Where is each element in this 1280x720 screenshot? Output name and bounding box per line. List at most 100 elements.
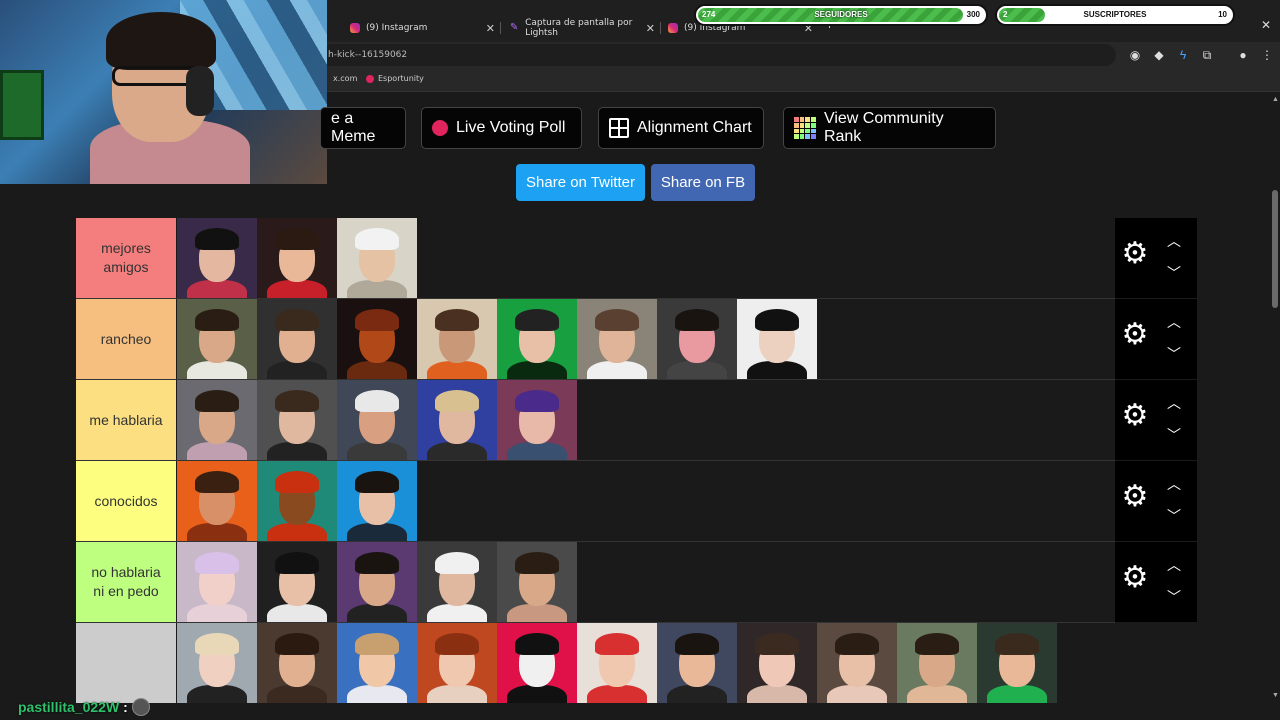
tier-item-avatar[interactable] [977,623,1057,703]
tier-item-avatar[interactable] [737,623,817,703]
gear-icon[interactable]: ⚙ [1121,320,1149,350]
tier-item-avatar[interactable] [177,542,257,622]
tier-item-avatar[interactable] [817,623,897,703]
view-community-rank-button[interactable]: View Community Rank [783,107,996,149]
chevron-down-icon[interactable]: ﹀ [1165,347,1183,361]
gear-icon[interactable]: ⚙ [1121,563,1149,593]
gear-icon[interactable]: ⚙ [1121,239,1149,269]
tier-item-avatar[interactable] [417,623,497,703]
profile-avatar-icon[interactable]: ● [1236,48,1250,62]
tier-label[interactable]: conocidos [76,461,176,541]
tier-item-avatar[interactable] [577,623,657,703]
tier-item-avatar[interactable] [257,623,337,703]
tab-title: (9) Instagram [366,23,428,33]
extensions-puzzle-icon[interactable]: ⧉ [1200,48,1214,62]
bookmark-x[interactable]: x.com [333,74,357,83]
tab-title: Captura de pantalla por Lightsh [525,18,633,38]
extension-circle-icon[interactable]: ◉ [1128,48,1142,62]
close-tab-icon[interactable]: ✕ [646,22,655,35]
tier-item-avatar[interactable] [177,461,257,541]
share-facebook-button[interactable]: Share on FB [651,164,755,201]
tier-item-avatar[interactable] [897,623,977,703]
tier-label[interactable]: me hablaria [76,380,176,460]
tier-item-avatar[interactable] [177,623,257,703]
gear-icon[interactable]: ⚙ [1121,401,1149,431]
tier-item-avatar[interactable] [657,623,737,703]
chevron-down-icon[interactable]: ﹀ [1165,590,1183,604]
tier-items [177,380,577,460]
tier-label[interactable]: rancheo [76,299,176,379]
live-voting-poll-button[interactable]: Live Voting Poll [421,107,582,149]
window-close-icon[interactable]: ✕ [1261,18,1271,32]
chevron-down-icon[interactable]: ﹀ [1165,428,1183,442]
tier-item-avatar[interactable] [417,380,497,460]
url-field[interactable]: h-kick--16159062 [320,44,1116,66]
share-twitter-button[interactable]: Share on Twitter [516,164,645,201]
close-tab-icon[interactable]: ✕ [486,22,495,35]
bookmark-esportunity[interactable]: Esportunity [366,74,424,83]
extension-diamond-icon[interactable]: ◆ [1152,48,1166,62]
tier-item-avatar[interactable] [657,299,737,379]
tier-label[interactable] [76,623,176,703]
view-community-rank-label: View Community Rank [823,110,944,145]
chevron-down-icon[interactable]: ﹀ [1165,266,1183,280]
tier-label[interactable]: mejores amigos [76,218,176,298]
tier-items [177,461,417,541]
alignment-chart-button[interactable]: Alignment Chart [598,107,764,149]
tier-item-avatar[interactable] [257,461,337,541]
tier-colors-icon [794,117,816,139]
tier-item-avatar[interactable] [257,380,337,460]
tier-row-mejores-amigos: mejores amigos ⚙ ︿ ﹀ [76,218,1197,298]
chevron-down-icon[interactable]: ﹀ [1165,509,1183,523]
bookmark-label: Esportunity [378,74,424,83]
tier-label[interactable]: no hablaria ni en pedo [76,542,176,622]
tier-item-avatar[interactable] [497,380,577,460]
tier-item-avatar[interactable] [577,299,657,379]
tier-item-avatar[interactable] [177,380,257,460]
tier-item-avatar[interactable] [257,299,337,379]
esportunity-icon [366,74,374,83]
tier-label-line1: rancheo [100,330,152,347]
gear-icon[interactable]: ⚙ [1121,482,1149,512]
chevron-up-icon[interactable]: ︿ [1165,234,1183,248]
tier-item-avatar[interactable] [177,218,257,298]
page-scrollbar[interactable] [1270,94,1280,704]
tier-item-avatar[interactable] [337,299,417,379]
tier-item-avatar[interactable] [177,299,257,379]
streamer-hair [106,12,216,70]
tier-items [177,299,817,379]
tier-item-avatar[interactable] [417,542,497,622]
tier-item-avatar[interactable] [337,623,417,703]
scrollbar-thumb[interactable] [1272,190,1278,308]
tier-item-avatar[interactable] [497,299,577,379]
chevron-up-icon[interactable]: ︿ [1165,558,1183,572]
chevron-up-icon[interactable]: ︿ [1165,315,1183,329]
live-voting-poll-label: Live Voting Poll [456,119,566,136]
extension-translate-icon[interactable]: ϟ [1176,48,1190,62]
live-dot-icon [432,120,448,136]
chevron-up-icon[interactable]: ︿ [1165,396,1183,410]
tab-instagram-1[interactable]: (9) Instagram ✕ [350,17,495,39]
tier-items [177,623,1057,703]
tier-item-avatar[interactable] [337,380,417,460]
tier-item-avatar[interactable] [337,542,417,622]
tier-item-avatar[interactable] [257,542,337,622]
tier-item-avatar[interactable] [497,623,577,703]
scroll-up-arrow-icon[interactable]: ▲ [1272,96,1279,103]
tier-row-rancheo: rancheo ⚙ ︿ ﹀ [76,299,1197,379]
tier-row-me-hablaria: me hablaria ⚙ ︿ ﹀ [76,380,1197,460]
alignment-chart-label: Alignment Chart [637,119,752,136]
tab-lightshot[interactable]: ✎ Captura de pantalla por Lightsh ✕ [510,17,655,39]
tier-item-avatar[interactable] [497,542,577,622]
tier-item-avatar[interactable] [257,218,337,298]
menu-kebab-icon[interactable]: ⋮ [1260,48,1274,62]
tier-item-avatar[interactable] [417,299,497,379]
scroll-down-arrow-icon[interactable]: ▼ [1272,692,1279,699]
tier-item-avatar[interactable] [337,218,417,298]
tier-item-avatar[interactable] [737,299,817,379]
tier-item-avatar[interactable] [337,461,417,541]
instagram-icon [350,23,360,33]
grid-icon [609,118,629,138]
make-meme-button[interactable]: e a Meme [320,107,406,149]
chevron-up-icon[interactable]: ︿ [1165,477,1183,491]
